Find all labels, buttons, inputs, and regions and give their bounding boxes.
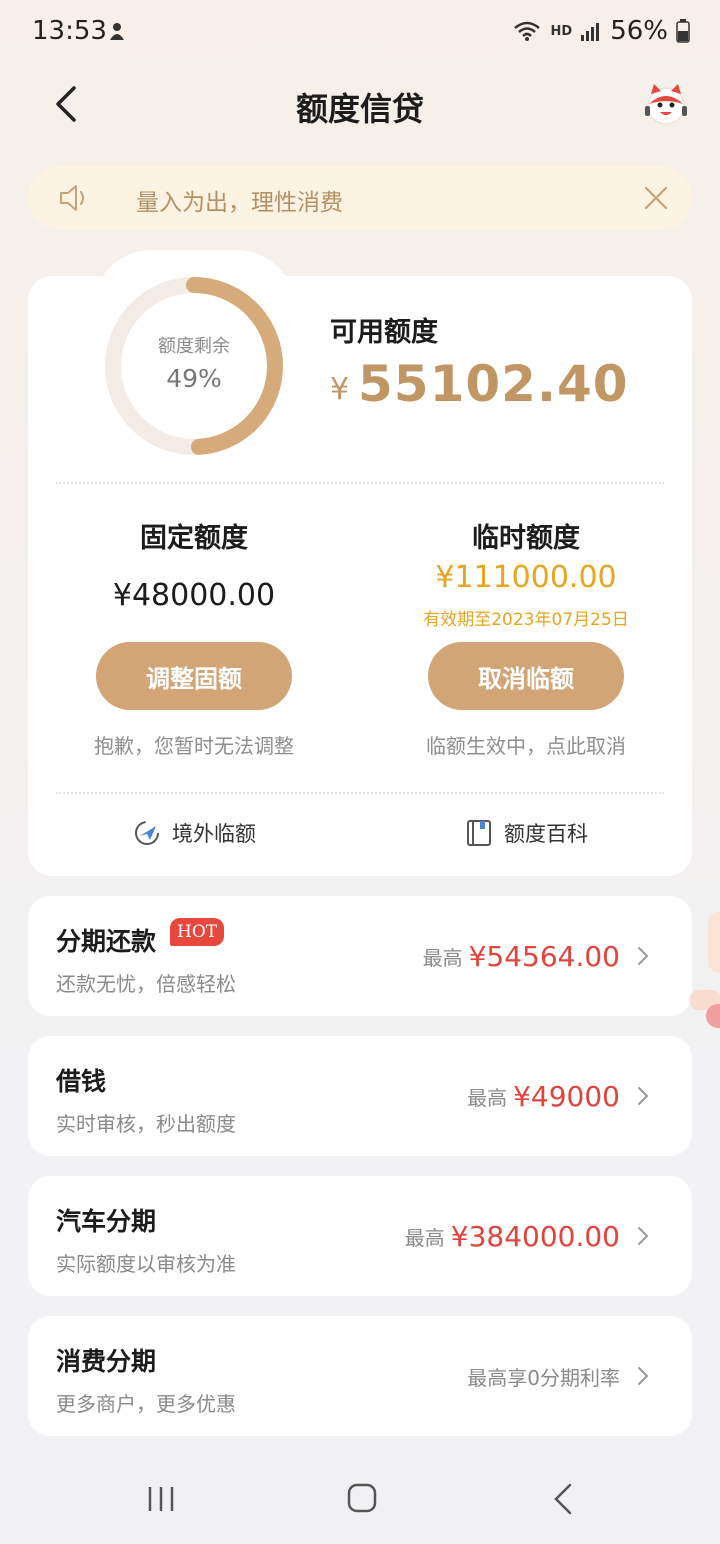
page-title: 额度信贷 (295, 90, 424, 128)
notice-banner: 量入为出，理性消费 (28, 166, 692, 230)
battery-icon (676, 19, 690, 43)
nav-back-icon[interactable] (552, 1482, 574, 1516)
temp-note[interactable]: 临额生效中，点此取消 (360, 730, 692, 759)
book-icon (467, 820, 491, 846)
floating-widget-icon[interactable] (690, 912, 720, 1032)
battery-percent: 56% (610, 16, 668, 46)
feature-amount: ¥384000.00 (450, 1219, 620, 1253)
feature-title: 分期还款 (56, 927, 157, 956)
limit-wiki-link[interactable]: 额度百科 (464, 818, 588, 848)
notification-icon (110, 23, 124, 40)
available-amount: 55102.40 (358, 355, 629, 413)
home-icon[interactable] (346, 1482, 378, 1514)
close-icon[interactable] (642, 184, 670, 212)
fixed-limit-amount: ¥48000.00 (112, 578, 276, 613)
feature-borrow[interactable]: 借钱 实时审核，秒出额度 最高 ¥49000 (28, 1036, 692, 1156)
temp-limit-expiry: 有效期至2023年07月25日 (423, 610, 629, 630)
hot-badge: HOT (170, 918, 225, 946)
available-label: 可用额度 (330, 317, 438, 348)
feature-subtitle: 还款无忧，倍感轻松 (56, 972, 236, 996)
temp-limit-amount: ¥111000.00 (435, 560, 617, 595)
feature-consumer-installment[interactable]: 消费分期 更多商户，更多优惠 最高享0分期利率 (28, 1316, 692, 1436)
feature-title: 借钱 (56, 1067, 107, 1096)
feature-subtitle: 更多商户，更多优惠 (56, 1392, 236, 1416)
plane-icon (135, 821, 159, 845)
feature-amount: ¥49000 (513, 1079, 620, 1113)
feature-title: 汽车分期 (56, 1207, 157, 1236)
mascot-icon[interactable] (642, 80, 690, 128)
feature-installment-repay[interactable]: 分期还款 HOT 还款无忧，倍感轻松 最高 ¥54564.00 (28, 896, 692, 1016)
feature-prefix: 最高 (422, 945, 463, 970)
signal-icon (581, 23, 600, 41)
feature-prefix: 最高享0分期利率 (467, 1365, 620, 1390)
notice-text: 量入为出，理性消费 (136, 190, 343, 216)
status-time: 13:53 (32, 16, 107, 46)
divider (56, 792, 664, 794)
adjust-fixed-button[interactable]: 调整固额 (96, 642, 292, 710)
speaker-icon (60, 185, 84, 211)
wifi-icon (513, 21, 540, 41)
overseas-temp-limit-link[interactable]: 境外临额 (132, 818, 256, 848)
feature-prefix: 最高 (467, 1085, 508, 1110)
cancel-temp-button[interactable]: 取消临额 (428, 642, 624, 710)
gauge-label: 额度剩余 (158, 336, 230, 357)
feature-subtitle: 实时审核，秒出额度 (56, 1112, 236, 1136)
feature-subtitle: 实际额度以审核为准 (56, 1252, 236, 1276)
currency-symbol: ¥ (330, 372, 350, 407)
feature-amount: ¥54564.00 (468, 939, 620, 973)
feature-title: 消费分期 (56, 1347, 157, 1376)
chevron-right-icon (638, 947, 649, 965)
fixed-limit-title: 固定额度 (140, 523, 248, 554)
feature-car-installment[interactable]: 汽车分期 实际额度以审核为准 最高 ¥384000.00 (28, 1176, 692, 1296)
overseas-label: 境外临额 (172, 822, 256, 846)
chevron-right-icon (638, 1087, 649, 1105)
chevron-right-icon (638, 1367, 649, 1385)
header: 额度信贷 (0, 70, 720, 140)
system-nav-bar (0, 1460, 720, 1544)
wiki-label: 额度百科 (504, 822, 588, 846)
status-bar: 13:53 HD 56% (0, 0, 720, 64)
temp-limit-title: 临时额度 (472, 523, 580, 554)
fixed-note: 抱歉，您暂时无法调整 (94, 734, 294, 758)
divider (56, 482, 664, 484)
hd-label: HD (550, 23, 573, 39)
chevron-right-icon (638, 1227, 649, 1245)
feature-prefix: 最高 (404, 1225, 445, 1250)
recents-icon[interactable] (146, 1484, 176, 1514)
gauge-percent: 49% (166, 364, 222, 393)
